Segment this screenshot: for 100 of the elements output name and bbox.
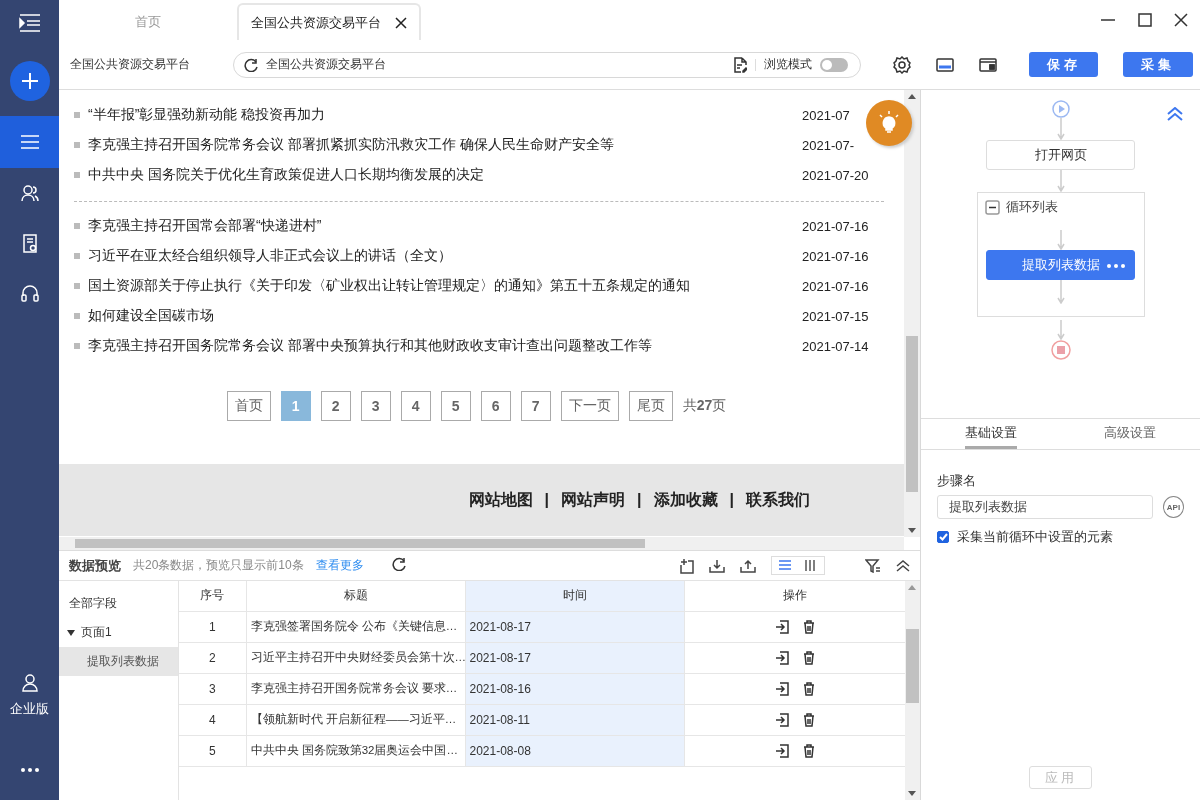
export-icon[interactable] — [774, 712, 789, 727]
export-icon[interactable] — [774, 650, 789, 665]
news-link[interactable]: 李克强主持召开国务院常务会议 部署中央预算执行和其他财政收支审计查出问题整改工作等 — [88, 337, 802, 355]
close-icon[interactable] — [1174, 13, 1188, 27]
page-button[interactable]: 4 — [400, 391, 431, 421]
trash-icon[interactable] — [802, 681, 815, 696]
download-icon[interactable] — [709, 558, 725, 573]
add-page-icon[interactable] — [680, 557, 694, 574]
scrollbar-thumb[interactable] — [906, 336, 918, 492]
browse-mode-toggle[interactable] — [820, 57, 848, 72]
scrollbar-track[interactable] — [59, 537, 904, 550]
next-page-button[interactable]: 下一页 — [560, 391, 619, 421]
news-link[interactable]: 习近平在亚太经合组织领导人非正式会议上的讲话（全文） — [88, 247, 802, 265]
column-header[interactable]: 序号 — [179, 581, 246, 611]
tree-item[interactable]: 页面1 — [59, 618, 178, 647]
headset-icon[interactable] — [20, 284, 39, 302]
table-cell: 2021-08-17 — [465, 642, 684, 673]
list-icon[interactable] — [19, 134, 40, 150]
scroll-up-icon[interactable] — [908, 94, 916, 99]
collapse-icon[interactable] — [896, 559, 910, 572]
trash-icon[interactable] — [802, 743, 815, 758]
news-link[interactable]: 中共中央 国务院关于优化生育政策促进人口长期均衡发展的决定 — [88, 166, 802, 184]
footer-link[interactable]: 网站地图 — [468, 489, 533, 511]
page-button[interactable]: 6 — [480, 391, 511, 421]
loop-step[interactable]: 循环列表 提取列表数据 — [976, 192, 1145, 317]
scrollbar-thumb[interactable] — [75, 539, 645, 548]
scrollbar-track[interactable] — [905, 581, 920, 800]
workflow-step[interactable]: 打开网页 — [986, 140, 1135, 170]
page-title: 全国公共资源交易平台 — [70, 56, 191, 73]
news-date: 2021-07-16 — [802, 218, 870, 234]
news-link[interactable]: 李克强主持召开国常会部署“快递进村” — [88, 217, 802, 235]
bullet-icon — [74, 142, 80, 148]
news-link[interactable]: 国土资源部关于停止执行《关于印发〈矿业权出让转让管理规定〉的通知》第五十五条规定的通知 — [88, 277, 802, 295]
arrow-icon — [1056, 280, 1065, 304]
more-icon[interactable] — [1107, 264, 1125, 268]
last-page-button[interactable]: 尾页 — [628, 391, 673, 421]
layout-icon[interactable] — [936, 57, 954, 72]
filter-icon[interactable] — [865, 558, 881, 573]
document-icon[interactable] — [21, 233, 38, 253]
user-icon[interactable] — [21, 674, 38, 692]
collect-button[interactable]: 采集 — [1123, 52, 1193, 77]
tree-item[interactable]: 提取列表数据 — [59, 647, 178, 676]
export-icon[interactable] — [774, 619, 789, 634]
account-label[interactable]: 企业版 — [10, 700, 49, 718]
export-icon[interactable] — [774, 743, 789, 758]
news-date: 2021-07-16 — [802, 278, 870, 294]
scroll-down-icon[interactable] — [908, 528, 916, 533]
collapse-icon[interactable] — [984, 199, 1000, 215]
close-icon[interactable] — [395, 16, 407, 29]
document-edit-icon[interactable] — [733, 56, 747, 73]
column-header[interactable]: 时间 — [465, 581, 684, 611]
window-icon[interactable] — [979, 57, 997, 72]
view-more-link[interactable]: 查看更多 — [315, 557, 364, 574]
page-button[interactable]: 2 — [320, 391, 351, 421]
footer-link[interactable]: 添加收藏 — [653, 489, 718, 511]
scrollbar-track[interactable] — [904, 90, 920, 537]
indent-menu-icon[interactable] — [18, 13, 41, 32]
caret-icon[interactable] — [67, 629, 75, 636]
columns-icon[interactable] — [804, 559, 818, 572]
column-header[interactable]: 标题 — [246, 581, 465, 611]
step-name-field[interactable]: 提取列表数据 — [937, 495, 1153, 519]
checkbox[interactable] — [937, 531, 949, 543]
maximize-icon[interactable] — [1138, 13, 1152, 27]
table-cell: 2021-08-16 — [465, 673, 684, 704]
trash-icon[interactable] — [802, 712, 815, 727]
list-icon[interactable] — [778, 559, 792, 572]
news-link[interactable]: 如何建设全国碳市场 — [88, 307, 802, 325]
settings-icon[interactable] — [893, 55, 911, 74]
bullet-icon — [74, 313, 80, 319]
arrow-icon — [1056, 320, 1065, 340]
export-icon[interactable] — [774, 681, 789, 696]
scroll-down-icon[interactable] — [908, 791, 916, 796]
news-link[interactable]: “半年报”彰显强劲新动能 稳投资再加力 — [88, 106, 802, 124]
save-button[interactable]: 保存 — [1029, 52, 1098, 77]
page-button[interactable]: 3 — [360, 391, 391, 421]
settings-tab[interactable]: 高级设置 — [1060, 419, 1200, 449]
table-cell: 习近平主持召开中央财经委员会第十次… — [246, 642, 465, 673]
footer-link[interactable]: 联系我们 — [746, 489, 810, 511]
first-page-button[interactable]: 首页 — [226, 391, 271, 421]
sidebar-item[interactable] — [0, 116, 59, 168]
people-icon[interactable] — [20, 184, 39, 202]
add-button[interactable] — [9, 61, 50, 101]
double-chevron-up-icon[interactable] — [1167, 107, 1183, 121]
page-button[interactable]: 7 — [520, 391, 551, 421]
refresh-icon[interactable] — [244, 57, 258, 72]
footer-link[interactable]: 网站声明 — [561, 489, 626, 511]
settings-tab[interactable]: 基础设置 — [921, 419, 1061, 449]
browser-tab[interactable]: 全国公共资源交易平台 — [237, 3, 421, 40]
page-button[interactable]: 5 — [440, 391, 471, 421]
workflow-step[interactable]: 提取列表数据 — [986, 250, 1135, 280]
scrollbar-thumb[interactable] — [906, 629, 919, 703]
trash-icon[interactable] — [802, 650, 815, 665]
table-cell: 2021-08-11 — [465, 704, 684, 735]
upload-icon[interactable] — [740, 558, 756, 573]
trash-icon[interactable] — [802, 619, 815, 634]
more-icon[interactable] — [20, 768, 39, 772]
news-link[interactable]: 李克强主持召开国务院常务会议 部署抓紧抓实防汛救灾工作 确保人民生命财产安全等 — [88, 136, 802, 154]
view-switch[interactable] — [771, 556, 825, 575]
tree-item[interactable]: 全部字段 — [59, 589, 178, 618]
refresh-icon[interactable] — [391, 557, 406, 571]
